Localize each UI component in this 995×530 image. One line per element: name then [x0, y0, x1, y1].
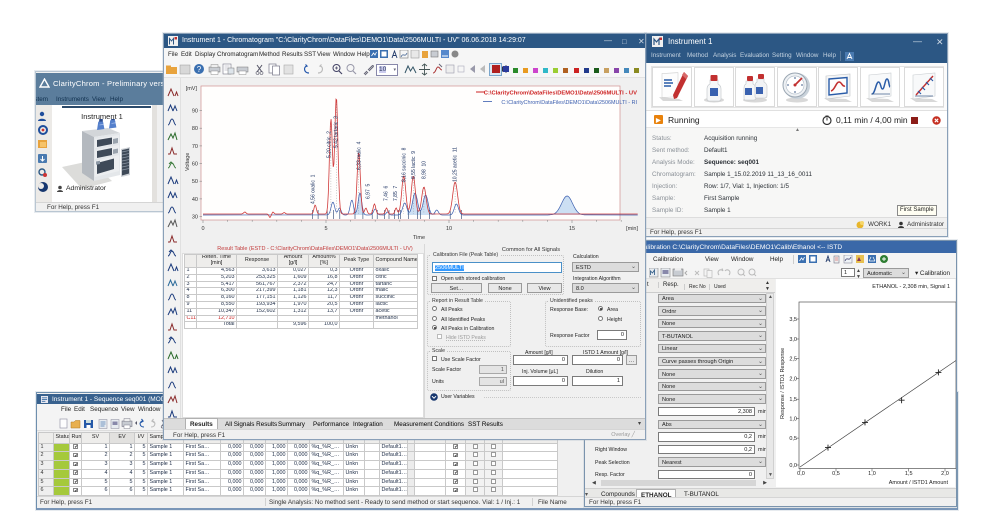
svg-text:10,25 acetic 11: 10,25 acetic 11	[453, 147, 459, 182]
svg-text:5: 5	[324, 226, 327, 232]
svg-text:1,0: 1,0	[868, 471, 876, 477]
svg-text:80: 80	[192, 126, 198, 132]
svg-text:10: 10	[446, 226, 452, 232]
svg-text:Response / ISTD1 Response: Response / ISTD1 Response	[780, 348, 786, 419]
svg-text:3,0: 3,0	[789, 337, 797, 343]
svg-text:7,85 7: 7,85 7	[393, 185, 399, 201]
svg-text:30: 30	[192, 215, 198, 221]
svg-text:0,5: 0,5	[789, 436, 797, 442]
svg-text:4,56 oxalic 1: 4,56 oxalic 1	[311, 174, 317, 204]
svg-text:0,0: 0,0	[789, 463, 797, 469]
svg-text:90: 90	[192, 109, 198, 115]
svg-text:15: 15	[569, 226, 575, 232]
svg-text:0,5: 0,5	[832, 471, 840, 477]
svg-text:[mV]: [mV]	[186, 86, 198, 92]
svg-text:Voltage: Voltage	[185, 153, 191, 171]
svg-text:6,33 malic 4: 6,33 malic 4	[357, 141, 363, 170]
svg-text:Amount / ISTD1 Amount: Amount / ISTD1 Amount	[889, 480, 949, 486]
svg-text:60: 60	[192, 162, 198, 168]
svg-text:7,46 6: 7,46 6	[384, 185, 390, 201]
svg-text:8,16 succinic 8: 8,16 succinic 8	[402, 147, 408, 182]
svg-text:0,0: 0,0	[797, 471, 805, 477]
svg-text:1,5: 1,5	[789, 397, 797, 403]
svg-text:C:\ClarityChrom\DataFiles\DEMO: C:\ClarityChrom\DataFiles\DEMO1\Data\250…	[484, 91, 637, 97]
svg-text:70: 70	[192, 144, 198, 150]
svg-text:50: 50	[192, 179, 198, 185]
svg-text:6,97 5: 6,97 5	[366, 183, 372, 199]
svg-text:[min]: [min]	[626, 226, 638, 232]
svg-text:8,98 10: 8,98 10	[422, 161, 428, 179]
svg-text:2,0: 2,0	[941, 471, 949, 477]
svg-text:2,5: 2,5	[789, 357, 797, 363]
svg-text:8,55 lactic 9: 8,55 lactic 9	[411, 151, 417, 179]
svg-text:C:\ClarityChrom\DataFiles\DEMO: C:\ClarityChrom\DataFiles\DEMO1\Data\250…	[501, 100, 637, 106]
svg-text:ETHANOL - 2,308 min, Signal 1: ETHANOL - 2,308 min, Signal 1	[872, 284, 950, 290]
svg-text:40: 40	[192, 197, 198, 203]
svg-text:0: 0	[201, 226, 204, 232]
svg-text:3,5: 3,5	[789, 317, 797, 323]
svg-text:1,5: 1,5	[905, 471, 913, 477]
svg-text:2,0: 2,0	[789, 377, 797, 383]
svg-text:1,0: 1,0	[789, 416, 797, 422]
svg-text:5,20 citric 2: 5,20 citric 2	[327, 131, 333, 158]
svg-text:?: ?	[197, 65, 202, 74]
svg-text:Time: Time	[413, 235, 425, 241]
svg-text:5,42 tartaric 3: 5,42 tartaric 3	[334, 116, 340, 148]
